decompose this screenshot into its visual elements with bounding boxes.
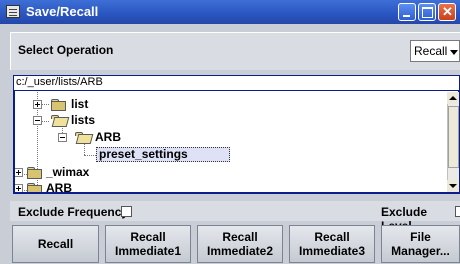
maximize-button[interactable] — [418, 3, 436, 21]
expand-icon[interactable] — [33, 100, 42, 109]
expand-icon[interactable] — [15, 184, 23, 192]
close-button[interactable] — [438, 3, 456, 21]
tree-node-lists[interactable]: lists — [71, 113, 95, 127]
folder-icon — [27, 166, 42, 179]
app-menu-icon[interactable] — [6, 5, 20, 18]
select-operation-label: Select Operation — [18, 43, 114, 57]
tree-node-arb-root[interactable]: ARB — [46, 181, 72, 192]
file-tree[interactable]: list lists ARB preset_settings _wimax AR… — [13, 90, 460, 194]
open-folder-icon — [75, 131, 89, 143]
collapse-icon[interactable] — [58, 133, 67, 142]
window-title: Save/Recall — [26, 4, 99, 19]
folder-icon — [51, 98, 66, 111]
collapse-icon[interactable] — [33, 116, 42, 125]
tree-node-preset-settings[interactable]: preset_settings — [99, 147, 188, 161]
exclude-frequency-label: Exclude Frequency — [18, 205, 129, 219]
recall-immediate3-button[interactable]: Recall Immediate3 — [289, 225, 375, 263]
tree-node-arb[interactable]: ARB — [95, 130, 121, 144]
exclude-frequency-checkbox[interactable] — [121, 206, 132, 217]
tree-guide-line — [84, 155, 96, 156]
exclude-level-checkbox[interactable] — [455, 206, 460, 217]
recall-immediate1-button[interactable]: Recall Immediate1 — [105, 225, 191, 263]
scrollbar-thumb[interactable] — [448, 106, 459, 168]
open-folder-icon — [51, 114, 65, 126]
file-manager-button[interactable]: File Manager... — [381, 225, 460, 263]
current-path: c:/_user/lists/ARB — [16, 76, 103, 88]
minimize-button[interactable] — [398, 3, 416, 21]
tree-node-wimax[interactable]: _wimax — [46, 165, 89, 179]
recall-button[interactable]: Recall — [12, 225, 99, 263]
tree-node-list[interactable]: list — [71, 97, 88, 111]
recall-immediate2-button[interactable]: Recall Immediate2 — [197, 225, 283, 263]
folder-icon — [27, 182, 42, 192]
scroll-down-icon[interactable] — [447, 180, 459, 192]
chevron-down-icon[interactable] — [450, 50, 458, 55]
expand-icon[interactable] — [15, 168, 23, 177]
scroll-up-icon[interactable] — [447, 92, 459, 104]
operation-select-value: Recall — [414, 44, 448, 58]
